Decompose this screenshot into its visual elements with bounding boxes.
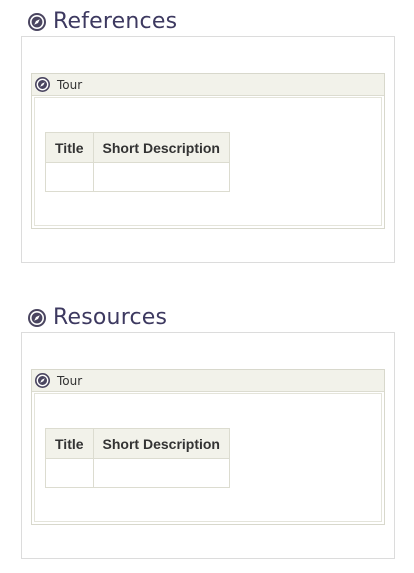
table-cell [92,162,231,192]
table-cell [45,162,94,192]
table-row [45,162,231,192]
compass-icon [35,77,50,92]
panel-header[interactable]: Tour [32,370,384,392]
table-header-row: Title Short Description [45,132,231,163]
tour-panel: Tour Title Short Description [31,369,385,525]
table-cell [45,458,94,488]
panel-body: Title Short Description [34,97,382,226]
compass-icon [28,309,46,327]
resources-header: Resources [28,304,167,332]
section-title: Resources [53,305,168,330]
column-header-title[interactable]: Title [45,132,94,163]
table-row [45,458,231,488]
panel-title: Tour [57,77,83,92]
panel-header[interactable]: Tour [32,74,384,96]
table-cell [92,458,231,488]
resources-table: Title Short Description [45,428,231,488]
column-header-title[interactable]: Title [45,428,94,459]
panel-title: Tour [57,373,83,388]
column-header-short-description[interactable]: Short Description [92,428,231,459]
compass-icon [35,373,50,388]
resources-container: Tour Title Short Description [21,332,395,559]
references-table: Title Short Description [45,132,231,192]
tour-panel: Tour Title Short Description [31,73,385,229]
table-header-row: Title Short Description [45,428,231,459]
panel-body: Title Short Description [34,393,382,522]
compass-icon [28,13,46,31]
section-title: References [53,9,178,34]
column-header-short-description[interactable]: Short Description [92,132,231,163]
references-header: References [28,8,177,36]
references-container: Tour Title Short Description [21,36,395,263]
